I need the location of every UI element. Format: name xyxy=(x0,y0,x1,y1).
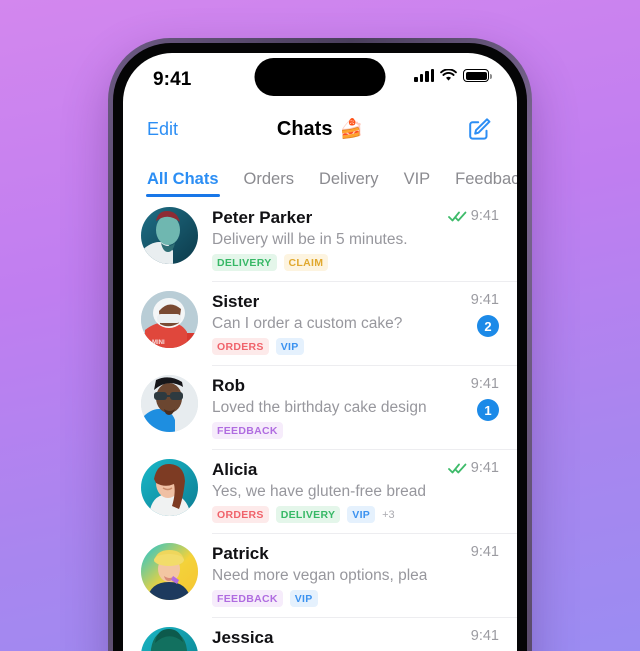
chat-time-line: 9:41 xyxy=(447,208,499,224)
chat-timestamp: 9:41 xyxy=(470,460,499,476)
chat-row[interactable]: Patrick Need more vegan options, please. F… xyxy=(123,533,517,617)
chat-tag-vip: VIP xyxy=(289,590,318,607)
chat-row-content: Patrick Need more vegan options, please. F… xyxy=(212,533,517,607)
chat-tag-feedback: FEEDBACK xyxy=(212,422,283,439)
chat-tag-delivery: DELIVERY xyxy=(275,506,341,523)
chat-tag-row: DELIVERY CLAIM xyxy=(212,254,427,271)
chat-tag-claim: CLAIM xyxy=(283,254,329,271)
chat-time-line: 9:41 xyxy=(471,376,499,392)
chat-tag-row: ORDERS DELIVERY VIP +3 xyxy=(212,506,427,523)
chat-preview: Yes, we have gluten-free bread available… xyxy=(212,483,427,500)
chat-row[interactable]: JessicaNice, got it.9:41 xyxy=(123,617,517,651)
chat-row-content: Rob Loved the birthday cake design! FEEDBA… xyxy=(212,365,517,439)
phone-frame: 9:41 Edit Chats 🍰 All Chats Orders Deliv… xyxy=(108,38,532,651)
chat-name: Alicia xyxy=(212,460,258,479)
chat-row-content: Alicia Yes, we have gluten-free bread ava… xyxy=(212,449,517,523)
chat-timestamp: 9:41 xyxy=(470,544,499,560)
chat-preview: Loved the birthday cake design! xyxy=(212,399,427,416)
read-double-check-icon xyxy=(447,462,467,474)
chat-tag-vip: VIP xyxy=(275,338,304,355)
chat-row-meta: 9:41 xyxy=(471,544,499,560)
chat-row-meta: 9:41 xyxy=(447,460,499,476)
chat-tag-orders: ORDERS xyxy=(212,506,269,523)
chat-timestamp: 9:41 xyxy=(470,628,499,644)
avatar-rob xyxy=(141,375,198,432)
chat-row[interactable]: MINI Sister Can I order a custom cake? ORDE… xyxy=(123,281,517,365)
status-bar-time: 9:41 xyxy=(153,69,192,90)
chat-row-content: Sister Can I order a custom cake? ORDERS VI… xyxy=(212,281,517,355)
chat-preview: Delivery will be in 5 minutes. xyxy=(212,231,408,248)
chat-row-content: JessicaNice, got it.9:41 xyxy=(212,617,517,651)
read-double-check-icon xyxy=(447,210,467,222)
chat-name: Patrick xyxy=(212,544,269,563)
chat-row-meta: 9:41 xyxy=(471,628,499,644)
tab-bar[interactable]: All ChatsOrdersDeliveryVIPFeedbackE xyxy=(123,155,517,197)
unread-badge: 2 xyxy=(477,315,499,337)
tab-orders[interactable]: Orders xyxy=(244,170,294,197)
compose-square-pencil-icon xyxy=(469,117,491,140)
chat-timestamp: 9:41 xyxy=(470,376,499,392)
compose-button[interactable] xyxy=(466,116,493,143)
chat-row[interactable]: Rob Loved the birthday cake design! FEEDBA… xyxy=(123,365,517,449)
avatar-peter-parker xyxy=(141,207,198,264)
chat-tag-delivery: DELIVERY xyxy=(212,254,277,271)
svg-text:MINI: MINI xyxy=(152,340,165,346)
chat-row[interactable]: Peter Parker Delivery will be in 5 minute… xyxy=(123,197,517,281)
chat-tag-row: ORDERS VIP xyxy=(212,338,427,355)
tab-feedback[interactable]: Feedback xyxy=(455,170,517,197)
battery-full-icon xyxy=(463,69,492,82)
chat-row-meta: 9:41 xyxy=(447,208,499,224)
phone-bezel: 9:41 Edit Chats 🍰 All Chats Orders Deliv… xyxy=(113,43,527,651)
chat-timestamp: 9:41 xyxy=(470,208,499,224)
chat-tag-row: FEEDBACK xyxy=(212,422,427,439)
phone-screen: 9:41 Edit Chats 🍰 All Chats Orders Deliv… xyxy=(123,53,517,651)
chat-list[interactable]: Peter Parker Delivery will be in 5 minute… xyxy=(123,197,517,651)
avatar-jessica xyxy=(141,627,198,651)
edit-button[interactable]: Edit xyxy=(147,119,178,140)
wifi-icon xyxy=(440,68,457,82)
cake-emoji: 🍰 xyxy=(339,119,364,140)
page-title-text: Chats xyxy=(276,117,333,140)
chat-tag-orders: ORDERS xyxy=(212,338,269,355)
chat-name: Peter Parker xyxy=(212,208,313,227)
chat-name: Jessica xyxy=(212,628,274,647)
status-bar-indicators xyxy=(414,68,492,82)
chat-timestamp: 9:41 xyxy=(470,292,499,308)
chat-tag-feedback: FEEDBACK xyxy=(212,590,283,607)
chat-name: Sister xyxy=(212,292,260,311)
chat-time-line: 9:41 xyxy=(447,460,499,476)
unread-badge: 1 xyxy=(477,399,499,421)
avatar-alicia xyxy=(141,459,198,516)
chat-preview: Need more vegan options, please. xyxy=(212,567,427,584)
tab-delivery[interactable]: Delivery xyxy=(319,170,379,197)
avatar-patrick xyxy=(141,543,198,600)
chat-tag-row: FEEDBACK VIP xyxy=(212,590,427,607)
status-bar: 9:41 xyxy=(123,53,517,103)
tab-all-chats[interactable]: All Chats xyxy=(146,170,220,197)
chat-row-meta: 9:41 1 xyxy=(471,376,499,421)
signal-bars-icon xyxy=(414,69,434,82)
chat-row[interactable]: Alicia Yes, we have gluten-free bread ava… xyxy=(123,449,517,533)
page-title: Chats 🍰 xyxy=(277,117,363,141)
chat-time-line: 9:41 xyxy=(471,628,499,644)
chat-row-meta: 9:41 2 xyxy=(471,292,499,337)
chat-name: Rob xyxy=(212,376,246,395)
tab-vip[interactable]: VIP xyxy=(404,170,431,197)
nav-bar: Edit Chats 🍰 xyxy=(123,103,517,155)
chat-tag-vip: VIP xyxy=(347,506,376,523)
chat-time-line: 9:41 xyxy=(471,544,499,560)
chat-tag-overflow-count: +3 xyxy=(382,508,395,521)
chat-row-content: Peter Parker Delivery will be in 5 minute… xyxy=(212,207,499,271)
chat-preview: Can I order a custom cake? xyxy=(212,315,403,332)
avatar-sister: MINI xyxy=(141,291,198,348)
chat-time-line: 9:41 xyxy=(471,292,499,308)
dynamic-island xyxy=(254,58,386,96)
